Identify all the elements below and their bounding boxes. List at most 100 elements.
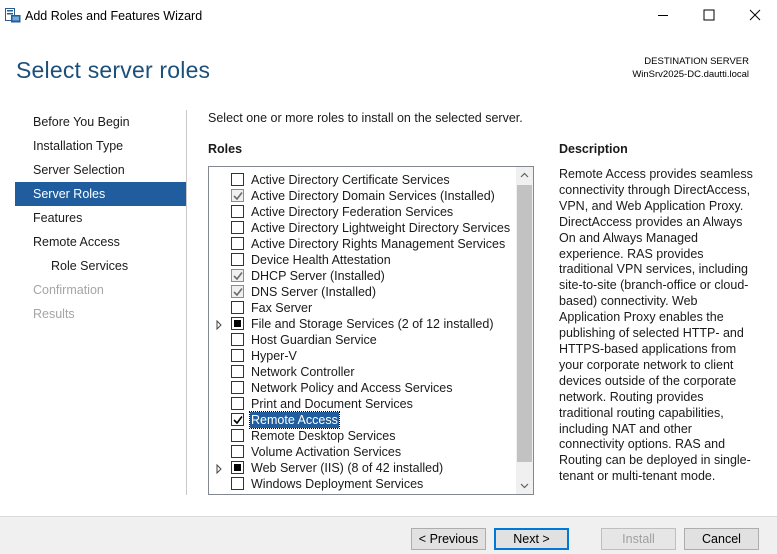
- role-item[interactable]: DNS Server (Installed): [209, 284, 516, 300]
- nav-item-confirmation: Confirmation: [33, 283, 104, 297]
- role-item[interactable]: Host Guardian Service: [209, 332, 516, 348]
- role-checkbox[interactable]: [231, 205, 244, 218]
- role-label: Network Policy and Access Services: [251, 381, 453, 395]
- role-item[interactable]: Web Server (IIS) (8 of 42 installed): [209, 460, 516, 476]
- role-label: Active Directory Lightweight Directory S…: [251, 221, 511, 235]
- chevron-up-icon: [520, 172, 529, 178]
- window-title: Add Roles and Features Wizard: [25, 9, 203, 23]
- role-label: DHCP Server (Installed): [251, 269, 385, 283]
- close-icon: [749, 9, 761, 21]
- role-item[interactable]: Device Health Attestation: [209, 252, 516, 268]
- title-bar: Add Roles and Features Wizard: [0, 0, 777, 32]
- role-item[interactable]: Windows Deployment Services: [209, 476, 516, 492]
- role-item[interactable]: Remote Desktop Services: [209, 428, 516, 444]
- nav-item-server-roles[interactable]: Server Roles: [15, 182, 187, 206]
- role-item[interactable]: DHCP Server (Installed): [209, 268, 516, 284]
- role-checkbox[interactable]: [231, 413, 244, 426]
- nav-item-results: Results: [33, 307, 75, 321]
- scroll-up-button[interactable]: [516, 167, 533, 184]
- page-title: Select server roles: [16, 57, 211, 83]
- nav-item-remote-access[interactable]: Remote Access: [15, 230, 187, 254]
- role-item[interactable]: Print and Document Services: [209, 396, 516, 412]
- role-checkbox[interactable]: [231, 285, 244, 298]
- nav-item-server-selection[interactable]: Server Selection: [15, 158, 187, 182]
- maximize-icon: [703, 9, 715, 21]
- role-label: Print and Document Services: [251, 397, 413, 411]
- role-item[interactable]: Fax Server: [209, 300, 516, 316]
- role-item[interactable]: Remote Access: [209, 411, 516, 429]
- server-manager-icon: [5, 8, 21, 23]
- role-label: Network Controller: [251, 365, 355, 379]
- description-heading: Description: [559, 142, 628, 156]
- nav-item-before-you-begin[interactable]: Before You Begin: [15, 110, 187, 134]
- role-item[interactable]: Active Directory Rights Management Servi…: [209, 236, 516, 252]
- role-checkbox[interactable]: [231, 253, 244, 266]
- nav-item-role-services[interactable]: Role Services: [15, 254, 187, 278]
- role-item[interactable]: Hyper-V: [209, 348, 516, 364]
- wizard-header: Select server roles DESTINATION SERVER W…: [0, 32, 777, 98]
- role-item[interactable]: Active Directory Certificate Services: [209, 172, 516, 188]
- role-checkbox[interactable]: [231, 461, 244, 474]
- role-label: Remote Desktop Services: [251, 429, 396, 443]
- role-checkbox[interactable]: [231, 173, 244, 186]
- next-button[interactable]: Next >: [494, 528, 569, 550]
- cancel-button[interactable]: Cancel: [684, 528, 759, 550]
- role-item[interactable]: Active Directory Lightweight Directory S…: [209, 220, 516, 236]
- scroll-thumb[interactable]: [517, 185, 532, 462]
- role-label: Web Server (IIS) (8 of 42 installed): [251, 461, 444, 475]
- roles-heading: Roles: [208, 142, 243, 156]
- role-label: Device Health Attestation: [251, 253, 391, 267]
- close-button[interactable]: [732, 0, 777, 31]
- role-item[interactable]: Network Policy and Access Services: [209, 380, 516, 396]
- minimize-icon: [658, 15, 668, 16]
- role-label: Active Directory Rights Management Servi…: [251, 237, 506, 251]
- role-checkbox[interactable]: [231, 301, 244, 314]
- roles-scrollbar[interactable]: [516, 167, 533, 494]
- role-label: Host Guardian Service: [251, 333, 377, 347]
- role-checkbox[interactable]: [231, 365, 244, 378]
- role-checkbox[interactable]: [231, 429, 244, 442]
- role-label: Fax Server: [251, 301, 313, 315]
- role-checkbox[interactable]: [231, 381, 244, 394]
- role-label: Windows Deployment Services: [251, 477, 424, 491]
- nav-item-features[interactable]: Features: [15, 206, 187, 230]
- wizard-nav: Before You Begin Installation Type Server …: [15, 110, 187, 326]
- role-checkbox[interactable]: [231, 349, 244, 362]
- role-item[interactable]: Network Controller: [209, 364, 516, 380]
- previous-button[interactable]: < Previous: [411, 528, 486, 550]
- role-label: Remote Access: [249, 411, 340, 429]
- role-label: Volume Activation Services: [251, 445, 402, 459]
- wizard-footer: < Previous Next > Install Cancel: [0, 516, 777, 554]
- role-item[interactable]: Active Directory Domain Services (Instal…: [209, 188, 516, 204]
- role-label: Active Directory Certificate Services: [251, 173, 450, 187]
- expand-arrow-icon[interactable]: [215, 463, 223, 475]
- nav-item-installation-type[interactable]: Installation Type: [15, 134, 187, 158]
- role-item[interactable]: Active Directory Federation Services: [209, 204, 516, 220]
- role-item[interactable]: File and Storage Services (2 of 12 insta…: [209, 316, 516, 332]
- role-checkbox[interactable]: [231, 189, 244, 202]
- role-checkbox[interactable]: [231, 237, 244, 250]
- role-label: Active Directory Domain Services (Instal…: [251, 189, 495, 203]
- role-checkbox[interactable]: [231, 397, 244, 410]
- install-button[interactable]: Install: [601, 528, 676, 550]
- role-checkbox[interactable]: [231, 445, 244, 458]
- role-checkbox[interactable]: [231, 333, 244, 346]
- minimize-button[interactable]: [640, 0, 686, 31]
- role-checkbox[interactable]: [231, 269, 244, 282]
- expand-arrow-icon[interactable]: [215, 319, 223, 331]
- role-label: Hyper-V: [251, 349, 297, 363]
- maximize-button[interactable]: [686, 0, 732, 31]
- role-checkbox[interactable]: [231, 221, 244, 234]
- destination-server-label: DESTINATION SERVER: [644, 56, 749, 67]
- scroll-down-button[interactable]: [516, 477, 533, 494]
- nav-divider: [186, 110, 187, 495]
- role-label: Active Directory Federation Services: [251, 205, 454, 219]
- role-description: Remote Access provides seamless connecti…: [559, 167, 753, 484]
- chevron-down-icon: [520, 483, 529, 489]
- role-item[interactable]: Volume Activation Services: [209, 444, 516, 460]
- roles-list[interactable]: Windows Deployment Services Web Server (I…: [208, 166, 534, 495]
- role-checkbox[interactable]: [231, 317, 244, 330]
- instruction-text: Select one or more roles to install on t…: [208, 111, 523, 125]
- role-checkbox[interactable]: [231, 477, 244, 490]
- role-label: File and Storage Services (2 of 12 insta…: [251, 317, 494, 331]
